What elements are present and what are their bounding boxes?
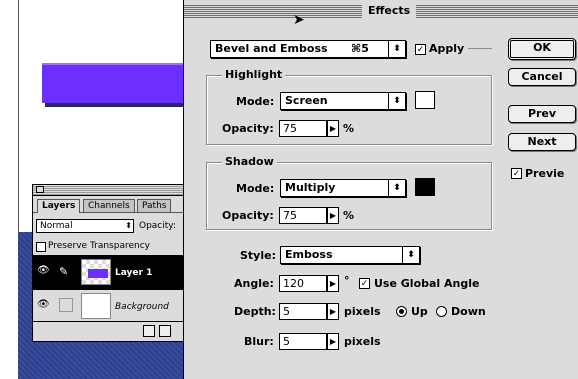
- apply-label: Apply: [429, 42, 465, 55]
- blur-unit: pixels: [344, 335, 381, 348]
- preserve-transparency-checkbox[interactable]: [36, 242, 46, 252]
- paintbrush-icon: ✎: [59, 265, 69, 278]
- depth-input[interactable]: 5: [279, 303, 327, 320]
- highlight-title: Highlight: [222, 68, 286, 81]
- mask-icon[interactable]: [143, 325, 155, 337]
- link-box[interactable]: [59, 298, 73, 312]
- eye-icon[interactable]: 👁: [37, 299, 51, 310]
- layer-row[interactable]: 👁 ✎ Layer 1: [33, 255, 189, 289]
- layer-thumbnail: [81, 293, 111, 319]
- depth-down-radio[interactable]: [436, 306, 447, 317]
- style-value: Emboss: [285, 248, 333, 261]
- tab-paths[interactable]: Paths: [137, 199, 172, 213]
- thumbnail-swatch: [88, 269, 108, 278]
- depth-up-radio[interactable]: [396, 306, 407, 317]
- depth-unit: pixels: [344, 305, 381, 318]
- degree-label: °: [344, 274, 350, 287]
- use-global-angle-label: Use Global Angle: [374, 277, 480, 290]
- tab-channels[interactable]: Channels: [83, 199, 135, 213]
- preview-label: Previe: [525, 167, 565, 180]
- next-button[interactable]: Next: [508, 133, 576, 151]
- shadow-title: Shadow: [222, 155, 277, 168]
- palette-close-box[interactable]: [36, 186, 44, 193]
- shadow-color-swatch[interactable]: [415, 178, 435, 196]
- palette-opacity-label: Opacity:: [139, 221, 176, 231]
- palette-title-bar[interactable]: [33, 185, 187, 196]
- tab-layers[interactable]: Layers: [37, 199, 81, 213]
- separator-line: [468, 48, 492, 49]
- blend-mode-value: Normal: [40, 221, 73, 231]
- palette-button-bar: [33, 321, 189, 341]
- shadow-mode-value: Multiply: [285, 181, 336, 194]
- prev-button[interactable]: Prev: [508, 105, 576, 123]
- select-arrows-icon: ⬍: [402, 247, 419, 263]
- shadow-opacity-arrow[interactable]: ▶: [327, 207, 339, 224]
- angle-label: Angle:: [234, 277, 274, 290]
- depth-label: Depth:: [234, 305, 276, 318]
- embossed-purple-bar: [42, 63, 202, 103]
- highlight-mode-label: Mode:: [236, 95, 275, 108]
- effect-shortcut: ⌘5: [351, 42, 369, 55]
- new-layer-icon[interactable]: [159, 325, 171, 337]
- arrow-cursor-icon: ➤: [293, 12, 305, 28]
- ok-button[interactable]: OK: [508, 38, 576, 60]
- preview-checkbox[interactable]: ✓: [511, 168, 522, 179]
- blur-input[interactable]: 5: [279, 333, 327, 350]
- depth-up-label: Up: [411, 305, 428, 318]
- select-arrows-icon: ⬍: [388, 41, 405, 57]
- percent-label: %: [343, 209, 355, 222]
- select-arrows-icon: ⬍: [388, 93, 405, 109]
- apply-checkbox[interactable]: ✓: [415, 44, 426, 55]
- highlight-mode-value: Screen: [285, 94, 328, 107]
- style-label: Style:: [240, 249, 276, 262]
- highlight-opacity-arrow[interactable]: ▶: [327, 120, 339, 137]
- layer-thumbnail: [81, 259, 111, 285]
- eye-icon[interactable]: 👁: [37, 265, 51, 276]
- highlight-opacity-input[interactable]: 75: [279, 120, 327, 137]
- blur-arrow[interactable]: ▶: [327, 333, 339, 350]
- effect-type-value: Bevel and Emboss: [215, 42, 328, 55]
- layer-name: Background: [115, 302, 169, 312]
- depth-down-label: Down: [451, 305, 486, 318]
- depth-arrow[interactable]: ▶: [327, 303, 339, 320]
- effect-type-select[interactable]: Bevel and Emboss ⌘5 ⬍: [210, 40, 406, 58]
- angle-input[interactable]: 120: [279, 275, 327, 292]
- layers-palette: Layers Channels Paths Normal ⬍ Opacity: …: [32, 184, 189, 342]
- select-arrows-icon: ⬍: [388, 180, 405, 196]
- use-global-angle-checkbox[interactable]: ✓: [359, 278, 370, 289]
- shadow-opacity-input[interactable]: 75: [279, 207, 327, 224]
- highlight-opacity-label: Opacity:: [222, 122, 274, 135]
- blend-mode-select[interactable]: Normal ⬍: [36, 219, 134, 233]
- preserve-transparency-label: Preserve Transparency: [48, 241, 150, 251]
- highlight-color-swatch[interactable]: [415, 91, 435, 109]
- shadow-mode-label: Mode:: [236, 182, 275, 195]
- layer-row[interactable]: 👁 Background: [33, 289, 189, 321]
- blur-label: Blur:: [244, 335, 274, 348]
- angle-arrow[interactable]: ▶: [327, 275, 339, 292]
- dialog-title: Effects: [362, 4, 417, 18]
- shadow-opacity-label: Opacity:: [222, 209, 274, 222]
- shadow-mode-select[interactable]: Multiply ⬍: [280, 179, 406, 197]
- style-select[interactable]: Emboss ⬍: [280, 246, 420, 264]
- effects-dialog: Effects ➤ Bevel and Emboss ⌘5 ⬍ ✓ Apply …: [183, 0, 578, 379]
- highlight-mode-select[interactable]: Screen ⬍: [280, 92, 406, 110]
- layer-name: Layer 1: [115, 268, 153, 278]
- select-arrows-icon: ⬍: [125, 221, 132, 230]
- percent-label: %: [343, 122, 355, 135]
- cancel-button[interactable]: Cancel: [508, 68, 576, 86]
